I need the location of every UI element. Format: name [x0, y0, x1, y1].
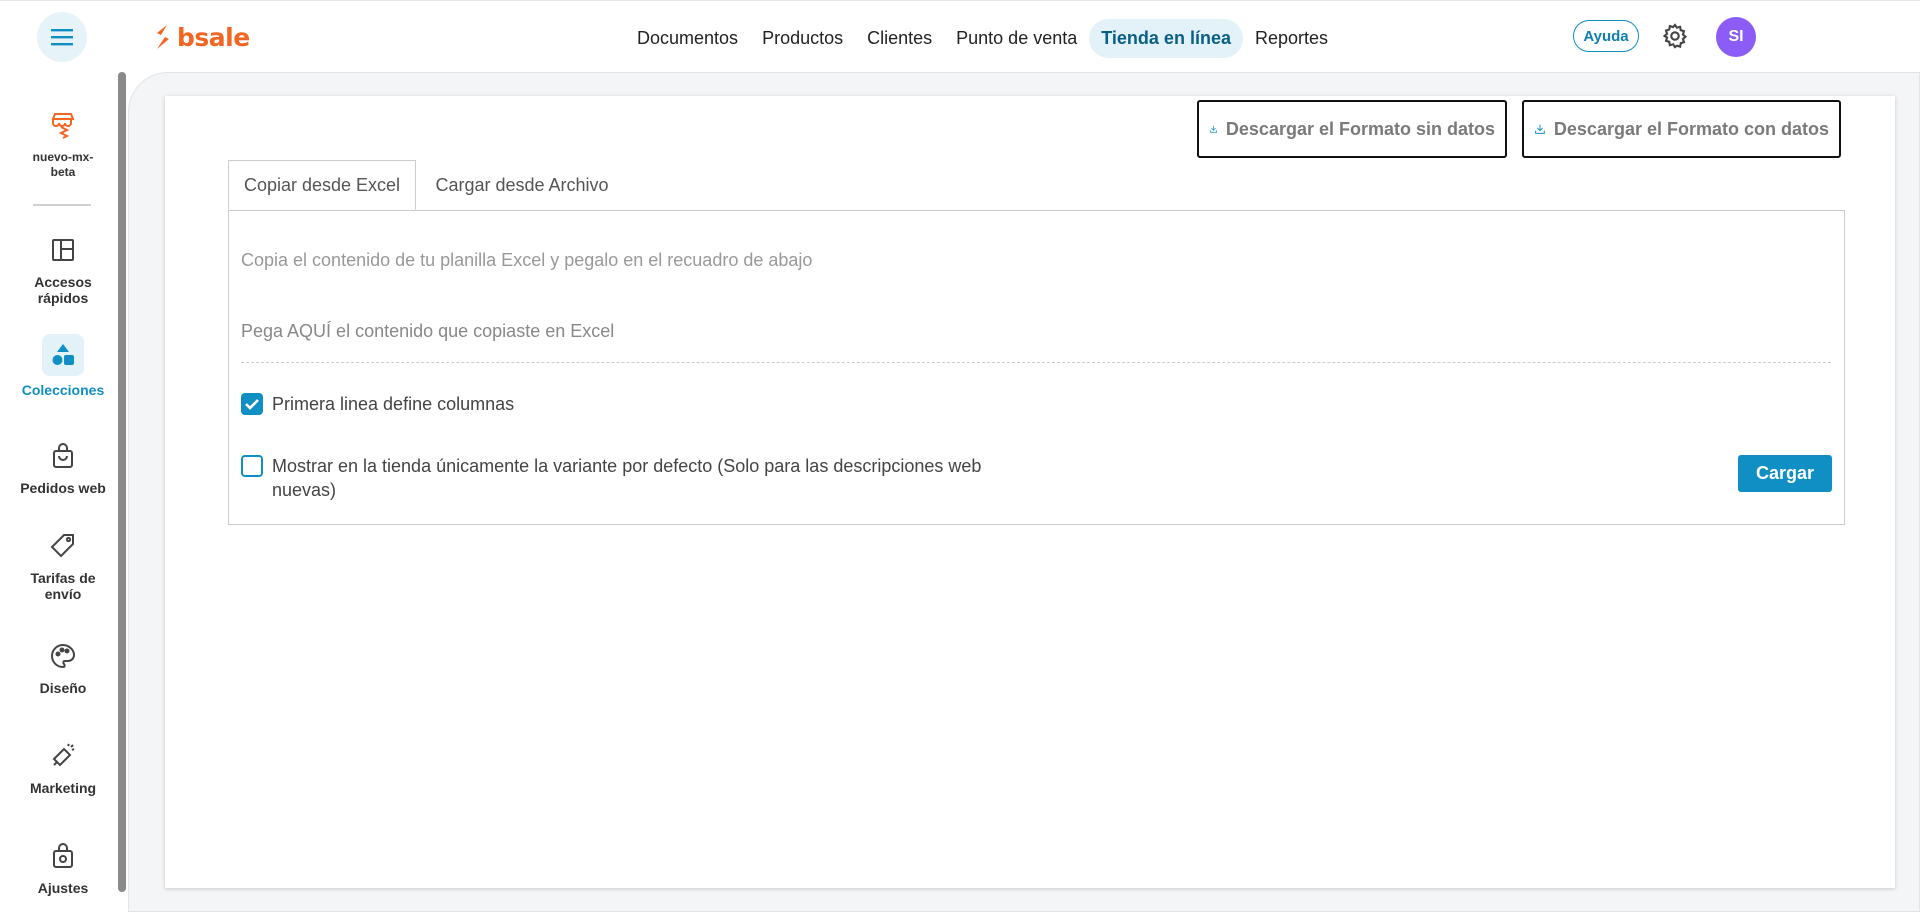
tag-icon — [45, 528, 81, 564]
nav-reportes[interactable]: Reportes — [1243, 19, 1340, 58]
sidebar-item-label: Diseño — [39, 680, 87, 696]
default-variant-label: Mostrar en la tienda únicamente la varia… — [272, 456, 982, 500]
nav-clientes[interactable]: Clientes — [855, 19, 944, 58]
check-icon — [245, 399, 259, 410]
nav-productos[interactable]: Productos — [750, 19, 855, 58]
shapes-icon — [42, 334, 84, 376]
sidebar-item-label: Ajustes — [37, 880, 89, 896]
nav-tienda-en-linea[interactable]: Tienda en línea — [1089, 19, 1243, 58]
hamburger-menu-button[interactable] — [37, 12, 87, 62]
sidebar-store[interactable]: nuevo-mx-beta — [0, 108, 126, 180]
nav-punto-de-venta[interactable]: Punto de venta — [944, 19, 1089, 58]
gear-icon[interactable] — [1661, 22, 1689, 50]
download-icon — [1535, 124, 1545, 134]
palette-icon — [45, 638, 81, 674]
tab-copiar-desde-excel[interactable]: Copiar desde Excel — [228, 160, 416, 210]
bag-settings-icon — [45, 838, 81, 874]
bsale-logo-icon — [157, 25, 169, 49]
brand-name: bsale — [177, 22, 250, 52]
first-line-columns-checkbox[interactable] — [241, 393, 263, 415]
sidebar-item-accesos-rapidos[interactable]: Accesos rápidos — [0, 232, 126, 306]
hamburger-icon — [51, 29, 73, 46]
sidebar-item-marketing[interactable]: Marketing — [0, 738, 126, 796]
download-format-with-data-label: Descargar el Formato con datos — [1553, 118, 1829, 139]
download-icon — [1209, 125, 1218, 133]
layout-icon — [45, 232, 81, 268]
top-navigation: Documentos Productos Clientes Punto de v… — [625, 19, 1340, 58]
store-name: nuevo-mx-beta — [32, 150, 94, 179]
shopping-bag-icon — [45, 438, 81, 474]
sidebar-item-ajustes[interactable]: Ajustes — [0, 838, 126, 896]
top-bar: bsale Documentos Productos Clientes Punt… — [0, 0, 1920, 73]
tab-cargar-desde-archivo[interactable]: Cargar desde Archivo — [418, 160, 626, 210]
store-icon — [45, 108, 81, 144]
nav-documentos[interactable]: Documentos — [625, 19, 750, 58]
sidebar-item-tarifas-de-envio[interactable]: Tarifas de envío — [0, 528, 126, 602]
first-line-columns-label: Primera linea define columnas — [272, 394, 515, 414]
instructions-text: Copia el contenido de tu planilla Excel … — [241, 250, 813, 270]
help-button[interactable]: Ayuda — [1573, 20, 1639, 52]
sidebar-item-label: Tarifas de envío — [30, 570, 96, 602]
sidebar-item-diseno[interactable]: Diseño — [0, 638, 126, 696]
sidebar-item-colecciones[interactable]: Colecciones — [0, 334, 126, 398]
sidebar-divider — [33, 204, 91, 206]
user-avatar[interactable]: SI — [1716, 17, 1756, 57]
download-format-with-data-button[interactable]: Descargar el Formato con datos — [1522, 100, 1841, 158]
default-variant-checkbox[interactable] — [241, 455, 263, 477]
sidebar-item-label: Colecciones — [21, 382, 105, 398]
sidebar-scrollbar[interactable] — [118, 72, 126, 892]
sidebar-item-label: Pedidos web — [20, 480, 106, 496]
sidebar-item-label: Marketing — [29, 780, 97, 796]
megaphone-icon — [45, 738, 81, 774]
paste-excel-field[interactable] — [241, 300, 1831, 363]
cargar-button[interactable]: Cargar — [1738, 455, 1832, 492]
brand-logo[interactable]: bsale — [153, 19, 250, 55]
sidebar-item-pedidos-web[interactable]: Pedidos web — [0, 438, 126, 496]
download-format-without-data-label: Descargar el Formato sin datos — [1225, 118, 1495, 139]
sidebar-item-label: Accesos rápidos — [34, 274, 92, 306]
download-format-without-data-button[interactable]: Descargar el Formato sin datos — [1197, 100, 1507, 158]
